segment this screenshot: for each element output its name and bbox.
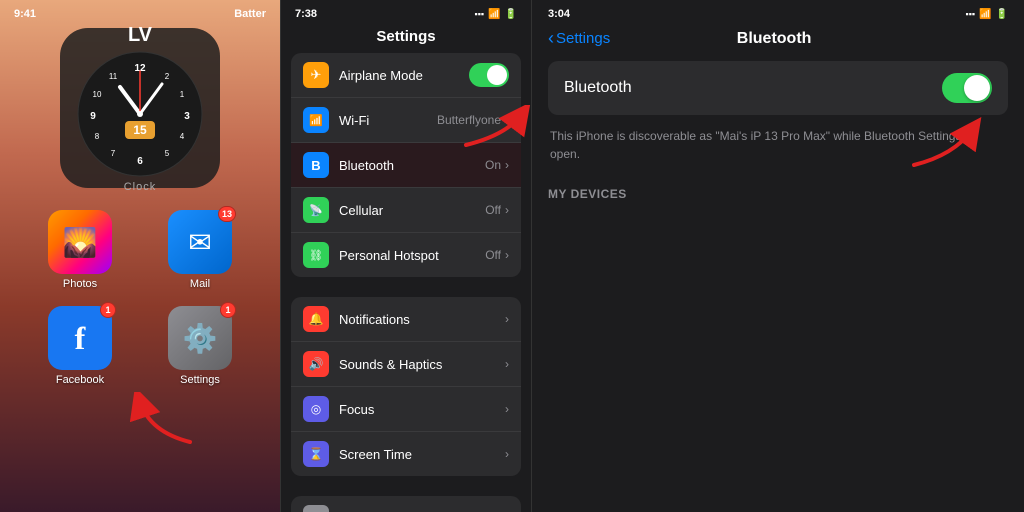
- battery-icon: 🔋: [505, 9, 517, 20]
- bluetooth-toggle-row[interactable]: Bluetooth: [548, 61, 1008, 115]
- focus-chevron: ›: [505, 402, 509, 416]
- svg-text:6: 6: [137, 156, 143, 167]
- bt-back-label: Settings: [556, 30, 610, 47]
- arrow-to-settings: [130, 392, 210, 452]
- svg-text:8: 8: [95, 132, 100, 141]
- svg-text:7: 7: [111, 149, 116, 158]
- app-settings-wrapper[interactable]: ⚙️ 1 Settings: [148, 306, 252, 386]
- bt-back-button[interactable]: ‹ Settings: [548, 28, 610, 49]
- bt-time: 3:04: [548, 8, 570, 20]
- notifications-chevron: ›: [505, 312, 509, 326]
- app-photos-icon[interactable]: 🌄: [48, 210, 112, 274]
- home-app-grid: 🌄 Photos ✉ 13 Mail f 1 Facebook ⚙️ 1 Set…: [0, 196, 280, 400]
- bt-signal-icon: ▪▪▪: [966, 9, 976, 19]
- settings-time: 7:38: [295, 8, 317, 20]
- focus-icon: ◎: [303, 396, 329, 422]
- cellular-icon: 📡: [303, 197, 329, 223]
- svg-text:15: 15: [133, 123, 147, 137]
- airplane-toggle[interactable]: [469, 63, 509, 87]
- airplane-icon: ✈: [303, 62, 329, 88]
- svg-text:10: 10: [93, 90, 102, 99]
- wifi-label: Wi-Fi: [339, 113, 437, 128]
- facebook-badge: 1: [100, 302, 116, 318]
- app-settings-label: Settings: [180, 374, 220, 386]
- settings-row-cellular[interactable]: 📡 Cellular Off ›: [291, 188, 521, 233]
- app-photos-label: Photos: [63, 278, 97, 290]
- settings-row-general[interactable]: ⚙ General ›: [291, 496, 521, 512]
- sounds-label: Sounds & Haptics: [339, 357, 505, 372]
- arrow-to-toggle: [894, 115, 984, 175]
- bluetooth-chevron: ›: [505, 158, 509, 172]
- bluetooth-toggle-label: Bluetooth: [564, 79, 632, 97]
- app-mail-wrapper[interactable]: ✉ 13 Mail: [148, 210, 252, 290]
- app-settings-icon[interactable]: ⚙️ 1: [168, 306, 232, 370]
- home-time: 9:41: [14, 8, 36, 20]
- app-mail-icon[interactable]: ✉ 13: [168, 210, 232, 274]
- hotspot-icon: ⛓: [303, 242, 329, 268]
- home-screen-panel: 9:41 Batter LV 12 3 6 9 2 1 4 5 7 8 10 1…: [0, 0, 280, 512]
- clock-face: 12 3 6 9 2 1 4 5 7 8 10 11 15: [75, 49, 205, 179]
- bluetooth-label: Bluetooth: [339, 158, 485, 173]
- bluetooth-status-bar: 3:04 ▪▪▪ 📶 🔋: [532, 0, 1024, 24]
- clock-lv: LV: [128, 24, 152, 47]
- cellular-chevron: ›: [505, 203, 509, 217]
- bluetooth-nav: ‹ Settings Bluetooth: [532, 24, 1024, 61]
- settings-row-notifications[interactable]: 🔔 Notifications ›: [291, 297, 521, 342]
- home-status-bar: 9:41 Batter: [0, 0, 280, 24]
- svg-text:5: 5: [165, 149, 170, 158]
- clock-widget[interactable]: LV 12 3 6 9 2 1 4 5 7 8 10 11 15: [60, 28, 220, 188]
- svg-text:11: 11: [109, 72, 118, 81]
- wifi-icon: 📶: [488, 9, 500, 20]
- screentime-chevron: ›: [505, 447, 509, 461]
- settings-row-screentime[interactable]: ⌛ Screen Time ›: [291, 432, 521, 476]
- bt-my-devices-header: MY DEVICES: [548, 187, 1008, 201]
- mail-badge: 13: [218, 206, 236, 222]
- svg-text:3: 3: [184, 111, 190, 122]
- arrow-to-bluetooth: [456, 105, 532, 155]
- svg-text:9: 9: [90, 111, 96, 122]
- signal-icon: ▪▪▪: [475, 9, 485, 19]
- bluetooth-toggle[interactable]: [942, 73, 992, 103]
- airplane-label: Airplane Mode: [339, 68, 469, 83]
- cellular-value: Off: [485, 203, 501, 217]
- bt-battery-icon: 🔋: [996, 9, 1008, 20]
- clock-label: Clock: [124, 181, 157, 193]
- settings-panel: 7:38 ▪▪▪ 📶 🔋 Settings ✈ Airplane Mode 📶 …: [280, 0, 532, 512]
- settings-badge: 1: [220, 302, 236, 318]
- hotspot-value: Off: [485, 248, 501, 262]
- bt-wifi-icon: 📶: [979, 9, 991, 20]
- home-battery: Batter: [234, 8, 266, 20]
- cellular-label: Cellular: [339, 203, 485, 218]
- hotspot-chevron: ›: [505, 248, 509, 262]
- app-mail-label: Mail: [190, 278, 210, 290]
- screentime-icon: ⌛: [303, 441, 329, 467]
- sounds-chevron: ›: [505, 357, 509, 371]
- bt-back-chevron: ‹: [548, 28, 554, 49]
- bluetooth-panel: 3:04 ▪▪▪ 📶 🔋 ‹ Settings Bluetooth Blueto…: [532, 0, 1024, 512]
- settings-row-sounds[interactable]: 🔊 Sounds & Haptics ›: [291, 342, 521, 387]
- app-photos-wrapper[interactable]: 🌄 Photos: [28, 210, 132, 290]
- settings-row-hotspot[interactable]: ⛓ Personal Hotspot Off ›: [291, 233, 521, 277]
- svg-text:4: 4: [180, 132, 185, 141]
- wifi-row-icon: 📶: [303, 107, 329, 133]
- settings-title: Settings: [281, 24, 531, 53]
- svg-text:2: 2: [165, 72, 170, 81]
- bluetooth-row-icon: B: [303, 152, 329, 178]
- settings-row-focus[interactable]: ◎ Focus ›: [291, 387, 521, 432]
- notifications-icon: 🔔: [303, 306, 329, 332]
- app-facebook-label: Facebook: [56, 374, 104, 386]
- screentime-label: Screen Time: [339, 447, 505, 462]
- svg-text:1: 1: [180, 90, 185, 99]
- bt-page-title: Bluetooth: [737, 30, 812, 48]
- sounds-icon: 🔊: [303, 351, 329, 377]
- app-facebook-wrapper[interactable]: f 1 Facebook: [28, 306, 132, 386]
- settings-status-bar: 7:38 ▪▪▪ 📶 🔋: [281, 0, 531, 24]
- bluetooth-value: On: [485, 158, 501, 172]
- general-icon: ⚙: [303, 505, 329, 512]
- app-facebook-icon[interactable]: f 1: [48, 306, 112, 370]
- settings-row-airplane[interactable]: ✈ Airplane Mode: [291, 53, 521, 98]
- hotspot-label: Personal Hotspot: [339, 248, 485, 263]
- focus-label: Focus: [339, 402, 505, 417]
- notifications-label: Notifications: [339, 312, 505, 327]
